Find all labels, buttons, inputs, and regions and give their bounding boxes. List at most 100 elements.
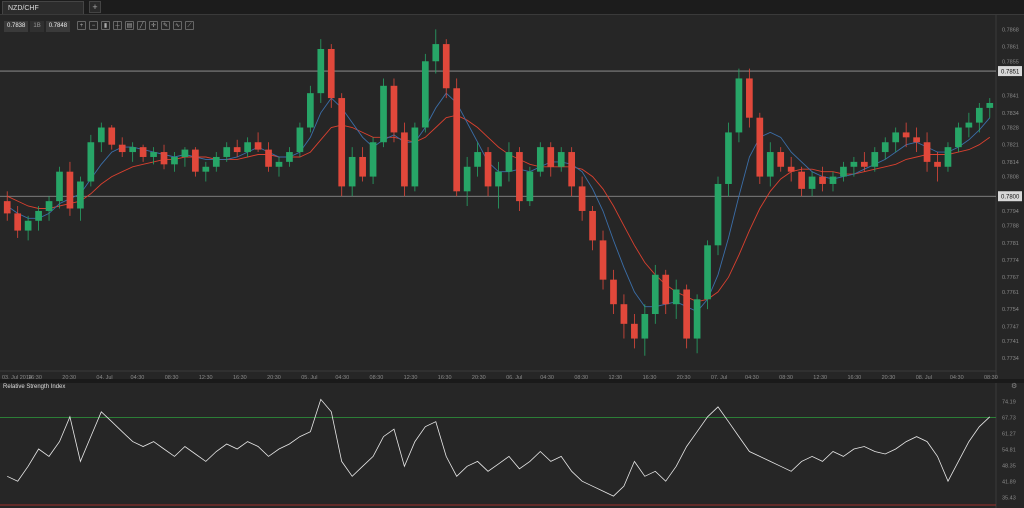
candle-body[interactable] bbox=[641, 314, 649, 339]
candle-body[interactable] bbox=[369, 142, 377, 177]
candle-body[interactable] bbox=[714, 183, 722, 246]
price-chart[interactable]: 0.7868 0.7861 0.7855 0.7841 0.7834 0.7828 0.78… bbox=[0, 0, 1024, 508]
candle-body[interactable] bbox=[265, 149, 272, 167]
candle-body[interactable] bbox=[986, 102, 994, 108]
candle-body[interactable] bbox=[202, 166, 210, 172]
candle-body[interactable] bbox=[610, 279, 617, 305]
candle-body[interactable] bbox=[463, 166, 471, 192]
candle-body[interactable] bbox=[317, 48, 325, 94]
candle-body[interactable] bbox=[766, 152, 774, 177]
candle-body[interactable] bbox=[829, 176, 837, 184]
candle-body[interactable] bbox=[850, 161, 858, 167]
candle-body[interactable] bbox=[129, 147, 137, 153]
candle-body[interactable] bbox=[348, 156, 356, 187]
candle-body[interactable] bbox=[192, 149, 199, 172]
candle-body[interactable] bbox=[725, 132, 732, 184]
candle-body[interactable] bbox=[777, 152, 785, 167]
candle-body[interactable] bbox=[275, 161, 283, 167]
candle-body[interactable] bbox=[338, 98, 346, 187]
candle-body[interactable] bbox=[944, 147, 952, 167]
candle-body[interactable] bbox=[421, 61, 429, 128]
candle-body[interactable] bbox=[704, 245, 711, 300]
candle-body[interactable] bbox=[181, 149, 189, 157]
candle-body[interactable] bbox=[965, 122, 973, 128]
candle-body[interactable] bbox=[359, 156, 366, 177]
candle-body[interactable] bbox=[327, 48, 335, 99]
price-tick-label: 0.7761 bbox=[1002, 290, 1019, 296]
candle-body[interactable] bbox=[651, 274, 659, 315]
candle-body[interactable] bbox=[380, 85, 387, 143]
candle-body[interactable] bbox=[516, 152, 523, 202]
candle-body[interactable] bbox=[56, 171, 63, 202]
candle-body[interactable] bbox=[45, 201, 53, 211]
candle-body[interactable] bbox=[693, 299, 701, 339]
candle-body[interactable] bbox=[3, 201, 11, 214]
candle-body[interactable] bbox=[495, 171, 502, 187]
candle-body[interactable] bbox=[881, 142, 889, 153]
candle-body[interactable] bbox=[902, 132, 910, 138]
gear-icon[interactable]: ⚙ bbox=[1011, 383, 1019, 391]
candle-body[interactable] bbox=[975, 107, 983, 123]
candle-body[interactable] bbox=[955, 127, 962, 148]
candle-body[interactable] bbox=[474, 152, 481, 167]
candle-body[interactable] bbox=[77, 181, 84, 209]
candle-body[interactable] bbox=[296, 127, 304, 153]
candle-body[interactable] bbox=[212, 156, 220, 167]
price-tick-label: 0.7788 bbox=[1002, 224, 1019, 230]
candle-body[interactable] bbox=[735, 78, 743, 133]
candle-body[interactable] bbox=[139, 147, 147, 157]
candle-body[interactable] bbox=[787, 166, 795, 172]
candle-body[interactable] bbox=[108, 127, 116, 145]
candle-body[interactable] bbox=[913, 137, 920, 143]
candle-body[interactable] bbox=[286, 152, 293, 162]
candle-body[interactable] bbox=[244, 142, 251, 153]
candle-body[interactable] bbox=[923, 142, 931, 162]
candle-body[interactable] bbox=[526, 171, 534, 202]
candle-body[interactable] bbox=[620, 304, 628, 324]
candle-body[interactable] bbox=[432, 44, 440, 62]
candle-body[interactable] bbox=[871, 152, 879, 167]
candle-body[interactable] bbox=[756, 117, 764, 177]
candle-body[interactable] bbox=[442, 44, 450, 89]
candle-body[interactable] bbox=[401, 132, 408, 187]
candle-body[interactable] bbox=[35, 210, 42, 221]
candle-body[interactable] bbox=[819, 176, 826, 184]
candle-body[interactable] bbox=[233, 147, 241, 153]
candle-body[interactable] bbox=[798, 171, 805, 189]
candle-body[interactable] bbox=[254, 142, 262, 150]
candle-body[interactable] bbox=[150, 152, 157, 157]
candle-body[interactable] bbox=[484, 152, 492, 187]
candle-body[interactable] bbox=[118, 144, 126, 153]
candle-body[interactable] bbox=[578, 186, 586, 211]
candle-body[interactable] bbox=[589, 210, 596, 241]
panel-splitter[interactable] bbox=[0, 379, 1024, 383]
candle-body[interactable] bbox=[631, 323, 638, 339]
candle-body[interactable] bbox=[672, 289, 680, 305]
candle-body[interactable] bbox=[14, 213, 22, 231]
candle-body[interactable] bbox=[171, 156, 178, 165]
candle-body[interactable] bbox=[808, 176, 816, 189]
candle-body[interactable] bbox=[505, 152, 513, 172]
candle-body[interactable] bbox=[66, 171, 74, 209]
candle-body[interactable] bbox=[892, 132, 900, 143]
candle-body[interactable] bbox=[662, 274, 670, 305]
candle-body[interactable] bbox=[547, 147, 555, 167]
candle-body[interactable] bbox=[24, 220, 32, 231]
candle-body[interactable] bbox=[934, 161, 941, 167]
candle-body[interactable] bbox=[683, 289, 690, 339]
candle-body[interactable] bbox=[840, 166, 847, 177]
candle-body[interactable] bbox=[97, 127, 105, 143]
candle-body[interactable] bbox=[411, 127, 419, 187]
candle-body[interactable] bbox=[87, 142, 95, 182]
candle-body[interactable] bbox=[599, 240, 607, 280]
candle-body[interactable] bbox=[160, 152, 168, 165]
candle-body[interactable] bbox=[536, 147, 544, 172]
candle-body[interactable] bbox=[860, 161, 868, 167]
candle-body[interactable] bbox=[557, 152, 565, 167]
candle-body[interactable] bbox=[568, 152, 576, 187]
candle-body[interactable] bbox=[453, 88, 461, 192]
candle-body[interactable] bbox=[390, 85, 398, 133]
candle-body[interactable] bbox=[307, 93, 314, 128]
candle-body[interactable] bbox=[746, 78, 753, 118]
candle-body[interactable] bbox=[223, 147, 231, 157]
